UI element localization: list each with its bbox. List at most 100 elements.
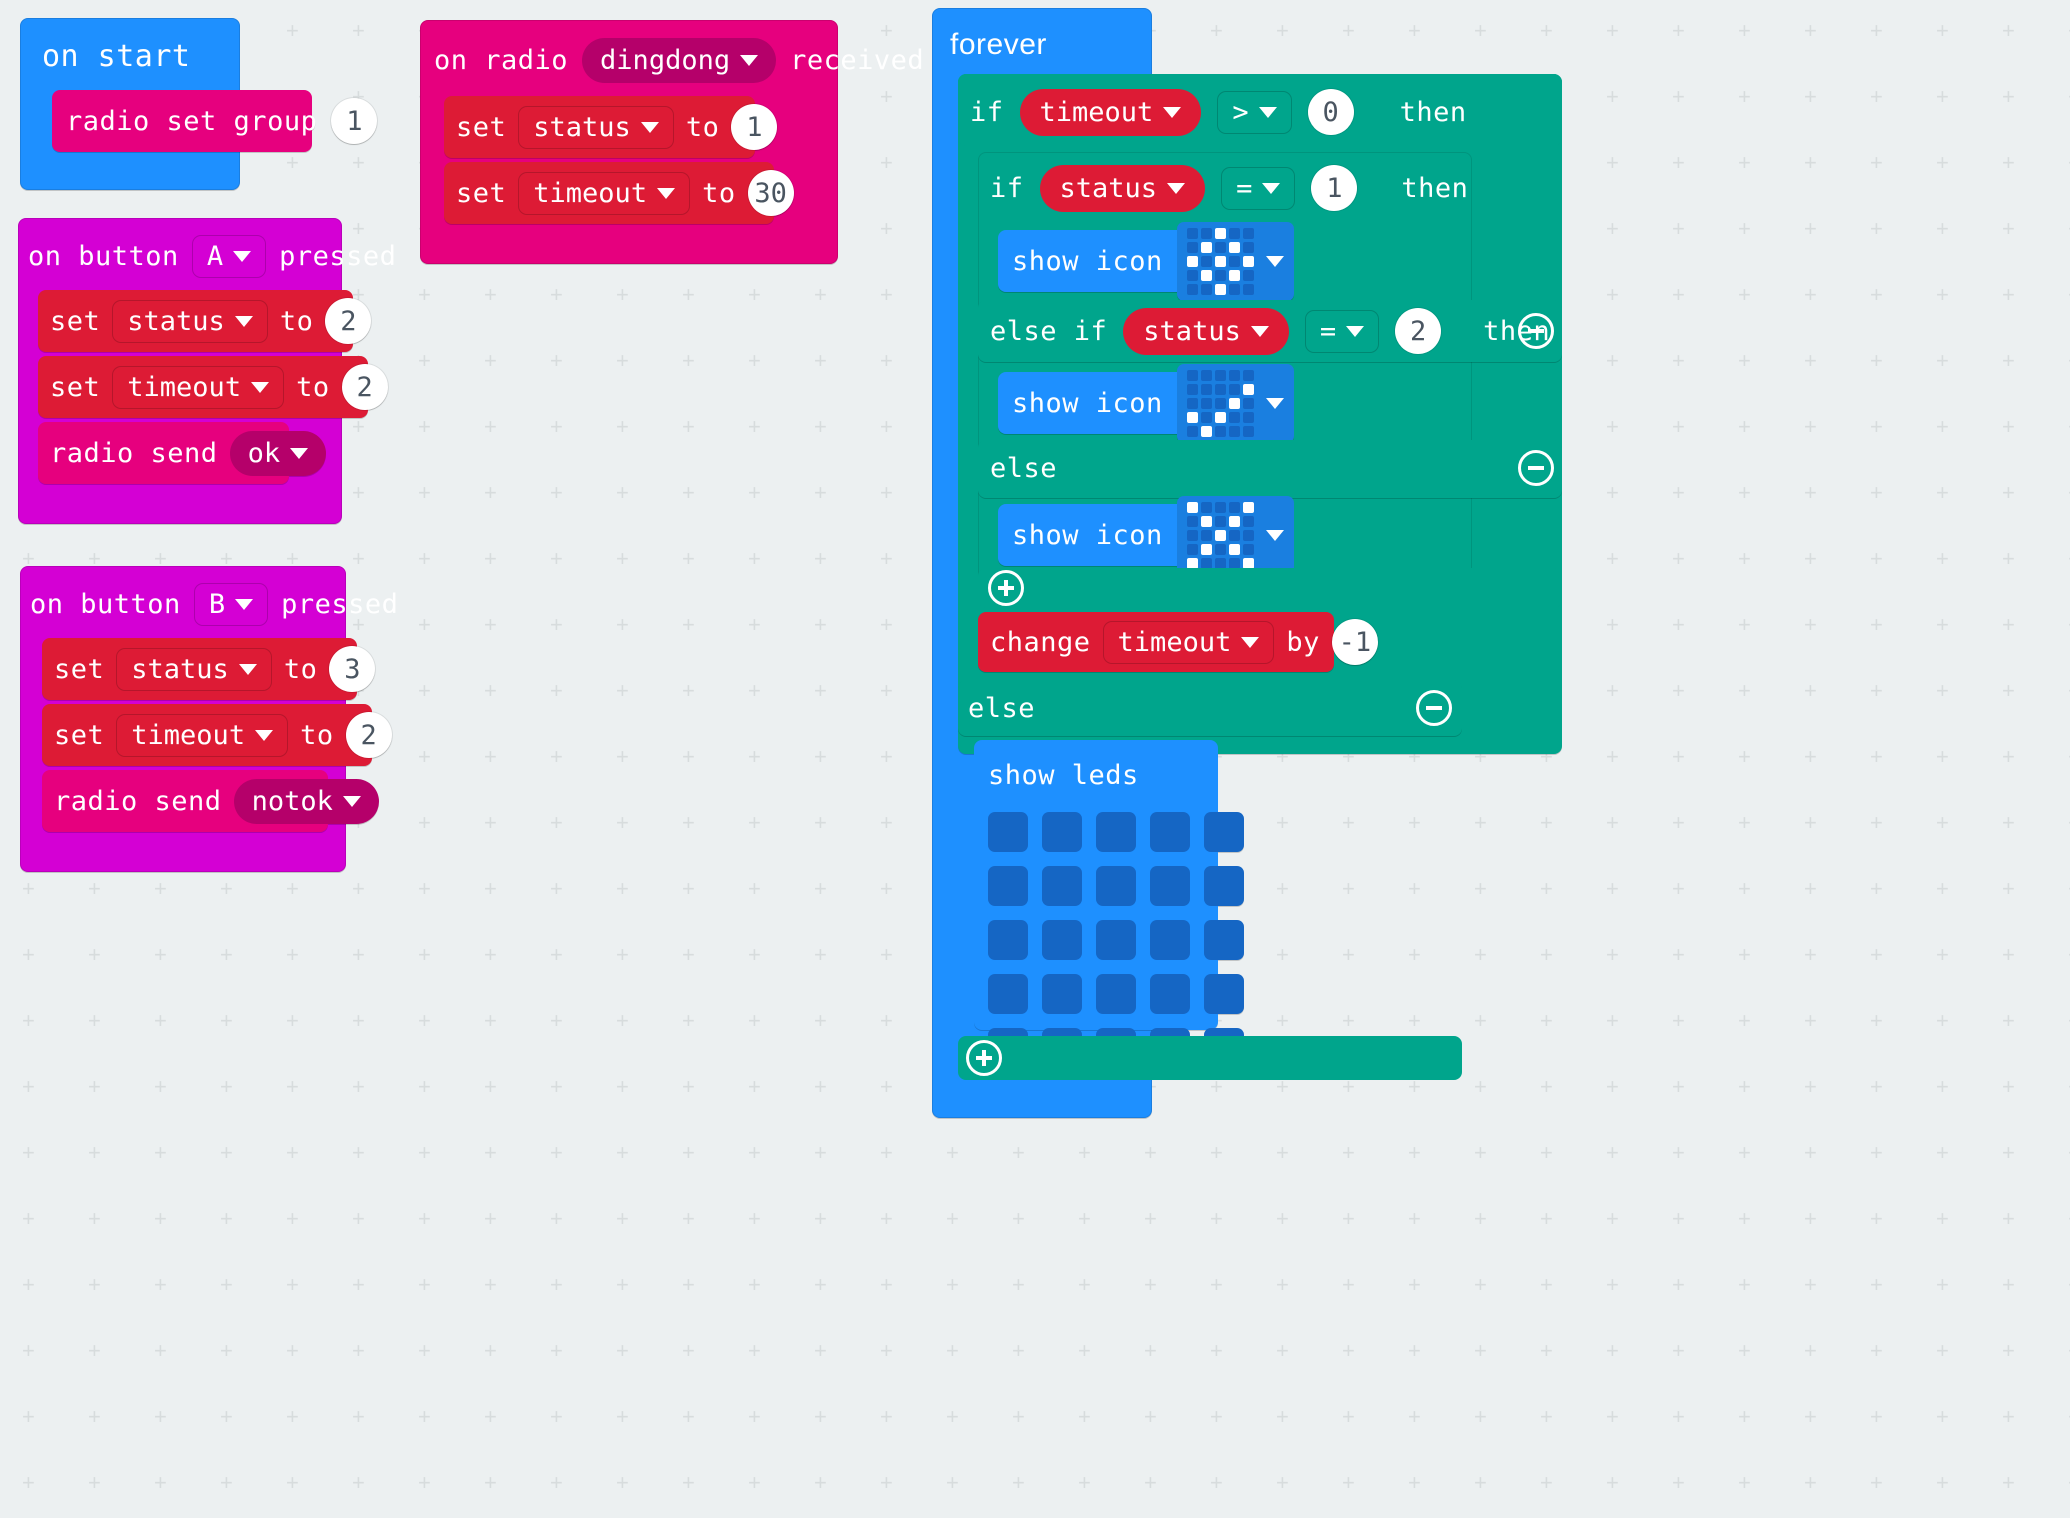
variable-name: timeout xyxy=(533,177,648,209)
on-button-a-dropdown[interactable]: A xyxy=(191,234,267,278)
else-inner-label: else xyxy=(990,453,1058,484)
else-if-header: else if status = 2 then xyxy=(990,307,1550,355)
operator-dropdown-outer[interactable]: > xyxy=(1217,90,1292,134)
else-if-label: else if xyxy=(990,315,1108,347)
add-else-if-button-inner[interactable] xyxy=(988,570,1024,606)
remove-else-button[interactable] xyxy=(1518,450,1554,486)
set-status-value-b[interactable]: 3 xyxy=(329,646,376,692)
operator-symbol: = xyxy=(1236,172,1253,204)
set-status-block-radio[interactable]: set status to 1 xyxy=(444,96,778,158)
operator-dropdown-inner-2[interactable]: = xyxy=(1304,309,1380,353)
on-button-b-dropdown[interactable]: B xyxy=(193,582,269,626)
set-label: set xyxy=(50,371,101,403)
change-timeout-block[interactable]: change timeout by -1 xyxy=(978,612,1378,672)
condition-value-outer[interactable]: 0 xyxy=(1307,89,1354,135)
radio-send-block-a[interactable]: radio send ok xyxy=(38,422,327,484)
chevron-down-icon xyxy=(342,795,361,807)
radio-set-group-value[interactable]: 1 xyxy=(331,98,378,144)
remove-else-outer-button[interactable] xyxy=(1416,690,1452,726)
operator-symbol: = xyxy=(1319,315,1337,347)
variable-dropdown-timeout[interactable]: timeout xyxy=(518,171,691,215)
set-status-value-a[interactable]: 2 xyxy=(325,298,372,344)
icon-field-3[interactable] xyxy=(1176,495,1294,575)
on-button-a-suffix: pressed xyxy=(279,240,397,272)
show-icon-block-2[interactable]: show icon xyxy=(998,363,1294,443)
radio-send-label: radio send xyxy=(50,437,218,469)
condition-value-inner-1[interactable]: 1 xyxy=(1311,165,1358,211)
on-start-label: on start xyxy=(42,39,191,74)
variable-dropdown-status[interactable]: status xyxy=(112,299,268,343)
operator-symbol: > xyxy=(1232,96,1249,128)
radio-send-label: radio send xyxy=(54,785,222,817)
variable-name: status xyxy=(533,111,631,143)
chevron-down-icon xyxy=(255,729,274,741)
condition-variable-status-2[interactable]: status xyxy=(1123,307,1289,355)
set-timeout-block-radio[interactable]: set timeout to 30 xyxy=(444,162,794,224)
change-label: change xyxy=(990,626,1091,658)
set-label: set xyxy=(54,653,105,685)
radio-send-value-b[interactable]: notok xyxy=(233,778,379,824)
condition-variable-status-1[interactable]: status xyxy=(1039,164,1206,212)
else-inner-bar[interactable] xyxy=(978,440,1562,498)
on-button-a-dropdown-value: A xyxy=(206,240,224,272)
radio-set-group-block[interactable]: radio set group 1 xyxy=(52,90,378,152)
variable-dropdown-timeout-change[interactable]: timeout xyxy=(1102,620,1275,664)
if-inner-footer xyxy=(978,568,1562,608)
set-status-block-b[interactable]: set status to 3 xyxy=(42,638,376,700)
chevron-down-icon xyxy=(640,121,659,133)
show-leds-grid[interactable] xyxy=(988,812,1244,1068)
to-label: to xyxy=(283,653,318,685)
chevron-down-icon xyxy=(740,54,759,66)
set-label: set xyxy=(456,111,507,143)
icon-field-2[interactable] xyxy=(1176,363,1294,443)
set-timeout-value-b[interactable]: 2 xyxy=(345,712,392,758)
set-label: set xyxy=(456,177,507,209)
chevron-down-icon xyxy=(1262,182,1281,194)
on-button-a-header: on button A pressed xyxy=(28,232,396,280)
radio-send-value-a[interactable]: ok xyxy=(229,430,327,476)
set-label: set xyxy=(50,305,101,337)
radio-set-group-label: radio set group xyxy=(66,105,318,137)
blocks-canvas[interactable]: on start radio set group 1 on button A p… xyxy=(0,0,2070,1518)
radio-send-block-b[interactable]: radio send notok xyxy=(42,770,379,832)
condition-variable-timeout[interactable]: timeout xyxy=(1019,88,1202,136)
chevron-down-icon xyxy=(251,381,270,393)
variable-dropdown-timeout[interactable]: timeout xyxy=(116,713,289,757)
change-timeout-value[interactable]: -1 xyxy=(1331,619,1378,665)
remove-else-if-button[interactable] xyxy=(1518,313,1554,349)
show-icon-block-1[interactable]: show icon xyxy=(998,221,1294,301)
set-timeout-value-a[interactable]: 2 xyxy=(341,364,388,410)
add-else-if-button-outer[interactable] xyxy=(966,1040,1002,1076)
show-leds-block[interactable]: show leds xyxy=(974,740,1244,1068)
variable-name: timeout xyxy=(1117,626,1232,658)
if-inner-label: if xyxy=(990,172,1024,204)
chevron-down-icon xyxy=(1163,106,1182,118)
variable-dropdown-status[interactable]: status xyxy=(116,647,272,691)
radio-send-string: notok xyxy=(251,785,333,817)
variable-name: status xyxy=(1143,315,1241,347)
on-button-b-suffix: pressed xyxy=(281,588,399,620)
chevron-down-icon xyxy=(238,663,257,675)
on-radio-suffix: received xyxy=(790,44,925,76)
show-icon-block-3[interactable]: show icon xyxy=(998,495,1294,575)
variable-name: timeout xyxy=(127,371,242,403)
operator-dropdown-inner-1[interactable]: = xyxy=(1221,166,1296,210)
set-timeout-block-a[interactable]: set timeout to 2 xyxy=(38,356,388,418)
chevron-down-icon xyxy=(1265,529,1284,541)
set-status-block-a[interactable]: set status to 2 xyxy=(38,290,372,352)
forever-label: forever xyxy=(950,28,1047,61)
on-button-a-prefix: on button xyxy=(28,240,179,272)
set-timeout-value-radio[interactable]: 30 xyxy=(747,170,794,216)
show-icon-label: show icon xyxy=(1012,387,1163,419)
on-button-b-dropdown-value: B xyxy=(208,588,226,620)
if-inner-header: if status = 1 then xyxy=(990,164,1468,212)
on-radio-dropdown[interactable]: dingdong xyxy=(582,37,777,83)
diamond-icon xyxy=(1186,227,1254,295)
variable-dropdown-timeout[interactable]: timeout xyxy=(112,365,285,409)
chevron-down-icon xyxy=(657,187,676,199)
set-timeout-block-b[interactable]: set timeout to 2 xyxy=(42,704,392,766)
chevron-down-icon xyxy=(235,598,254,610)
icon-field-1[interactable] xyxy=(1176,221,1294,301)
variable-dropdown-status[interactable]: status xyxy=(518,105,674,149)
condition-value-inner-2[interactable]: 2 xyxy=(1395,308,1442,354)
